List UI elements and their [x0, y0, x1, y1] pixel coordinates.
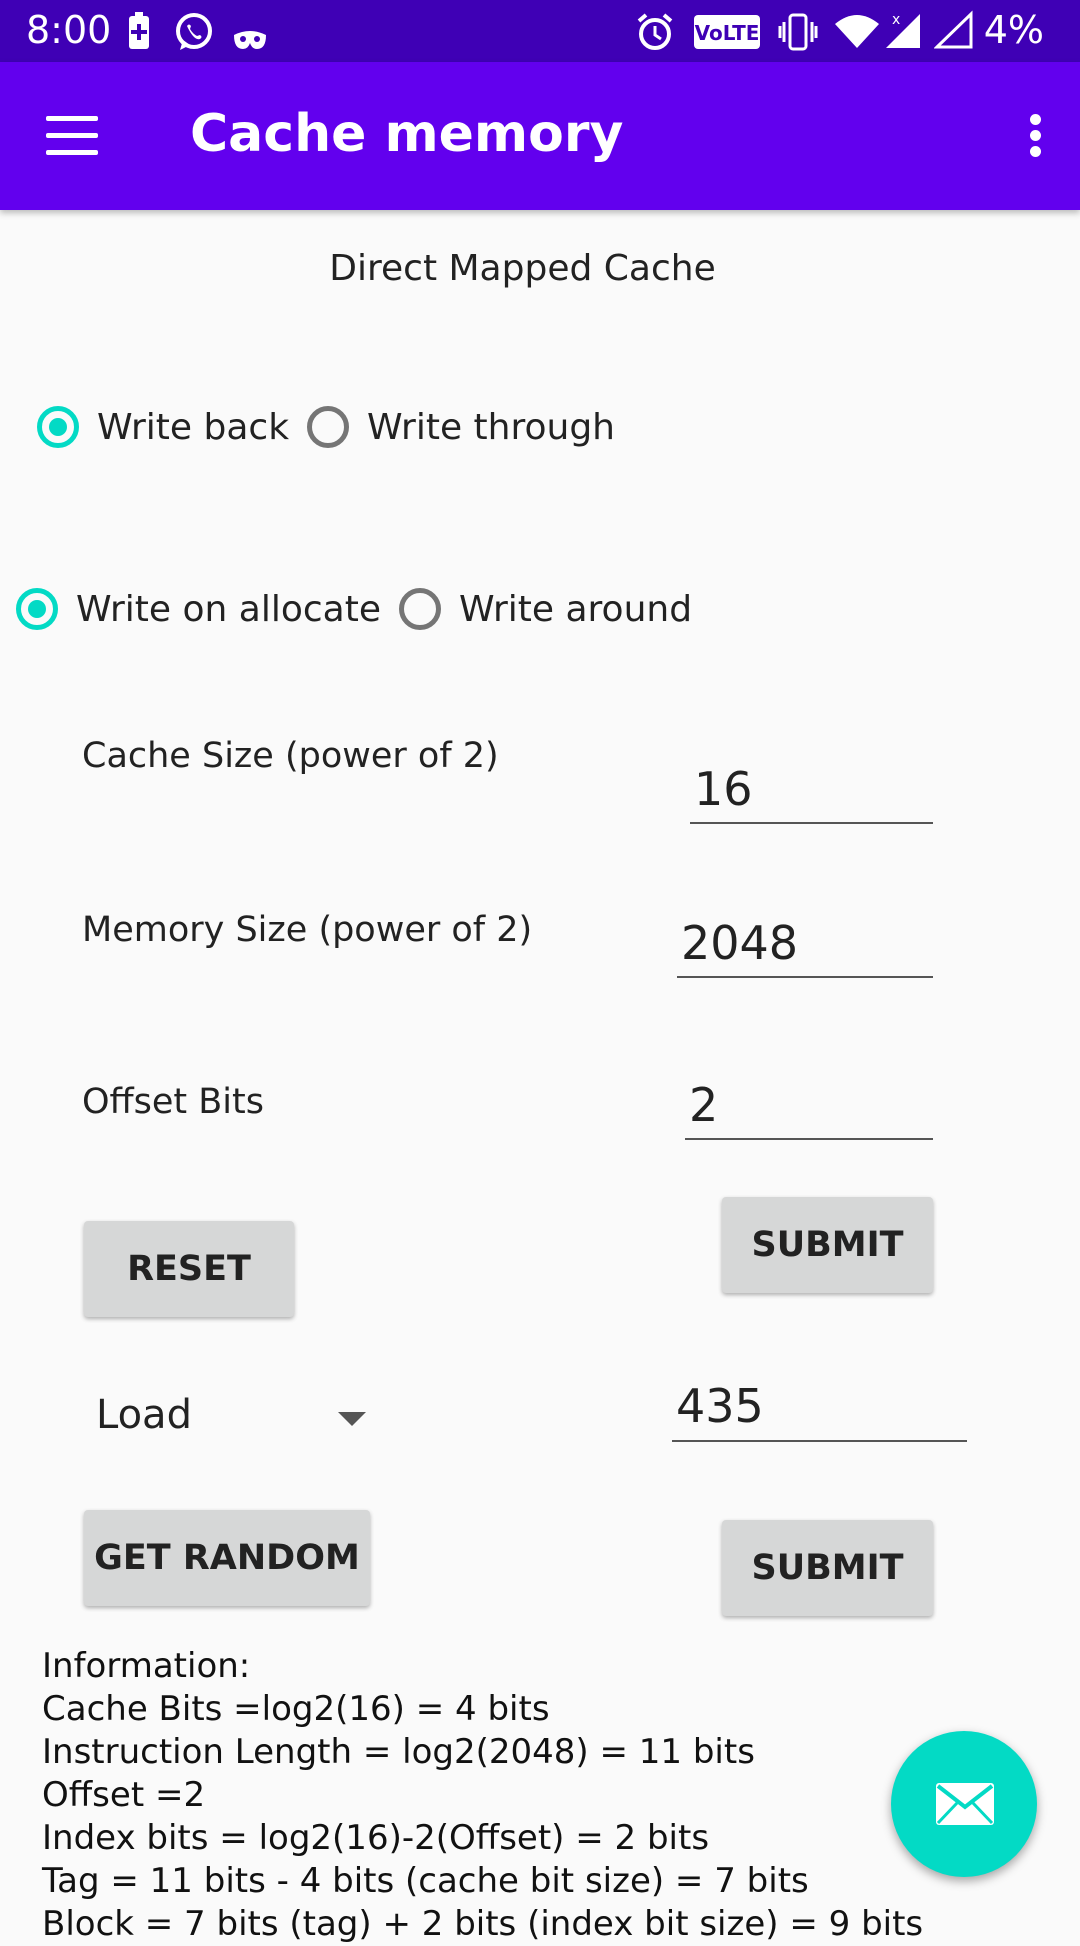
info-line: Offset =2 — [42, 1775, 206, 1815]
get-random-button[interactable]: GET RANDOM — [84, 1510, 370, 1606]
radio-write-back[interactable] — [37, 406, 79, 448]
allocate-policy-group: Write on allocate Write around — [16, 588, 710, 630]
address-input[interactable] — [672, 1372, 967, 1442]
operation-select[interactable]: Load — [82, 1380, 382, 1450]
battery-saver-icon — [128, 12, 150, 59]
alarm-icon — [636, 12, 674, 61]
hamburger-menu-icon[interactable] — [46, 116, 98, 156]
info-line: Information: — [42, 1646, 251, 1686]
memory-size-input[interactable] — [677, 910, 933, 978]
dropdown-arrow-icon — [338, 1412, 366, 1426]
app-bar: Cache memory — [0, 62, 1080, 210]
overflow-menu-icon[interactable] — [1030, 114, 1042, 158]
status-bar: 8:00 VoLTE x 4% — [0, 0, 1080, 62]
memory-size-label: Memory Size (power of 2) — [82, 910, 533, 950]
submit-address-button[interactable]: SUBMIT — [722, 1520, 933, 1616]
info-line: Index bits = log2(16)-2(Offset) = 2 bits — [42, 1818, 710, 1858]
operation-select-value: Load — [96, 1392, 192, 1438]
radio-write-around[interactable] — [398, 588, 441, 630]
radio-write-through[interactable] — [307, 406, 350, 448]
submit-config-button[interactable]: SUBMIT — [722, 1197, 933, 1293]
svg-text:x: x — [892, 12, 900, 28]
incognito-icon — [232, 18, 268, 62]
signal-empty-icon — [933, 10, 976, 59]
section-title: Direct Mapped Cache — [329, 248, 716, 289]
cache-size-label: Cache Size (power of 2) — [82, 736, 499, 776]
info-line: Block = 7 bits (tag) + 2 bits (index bit… — [42, 1904, 924, 1944]
volte-icon: VoLTE — [694, 14, 760, 58]
email-fab-button[interactable] — [891, 1731, 1037, 1877]
page-title: Cache memory — [190, 104, 624, 164]
radio-label-write-on-allocate[interactable]: Write on allocate — [76, 589, 381, 630]
vibrate-icon — [778, 12, 818, 61]
info-line: Cache Bits =log2(16) = 4 bits — [42, 1689, 550, 1729]
radio-label-write-around[interactable]: Write around — [459, 589, 692, 630]
whatsapp-icon — [174, 12, 214, 61]
cache-size-input[interactable] — [690, 756, 933, 824]
mail-icon — [936, 1783, 994, 1825]
radio-label-write-through[interactable]: Write through — [367, 407, 615, 448]
radio-write-on-allocate[interactable] — [16, 588, 58, 630]
cellular-signal-icon: x — [884, 10, 926, 59]
write-policy-group: Write back Write through — [37, 406, 633, 448]
reset-button[interactable]: RESET — [84, 1221, 294, 1317]
info-line: Instruction Length = log2(2048) = 11 bit… — [42, 1732, 755, 1772]
wifi-icon — [834, 14, 880, 59]
svg-text:VoLTE: VoLTE — [695, 21, 760, 45]
status-time: 8:00 — [26, 8, 112, 52]
radio-label-write-back[interactable]: Write back — [97, 407, 289, 448]
battery-percent: 4% — [983, 8, 1044, 52]
information-panel: Information: Cache Bits =log2(16) = 4 bi… — [42, 1645, 923, 1946]
offset-bits-input[interactable] — [685, 1072, 933, 1140]
info-line: Tag = 11 bits - 4 bits (cache bit size) … — [42, 1861, 809, 1901]
offset-bits-label: Offset Bits — [82, 1082, 264, 1122]
